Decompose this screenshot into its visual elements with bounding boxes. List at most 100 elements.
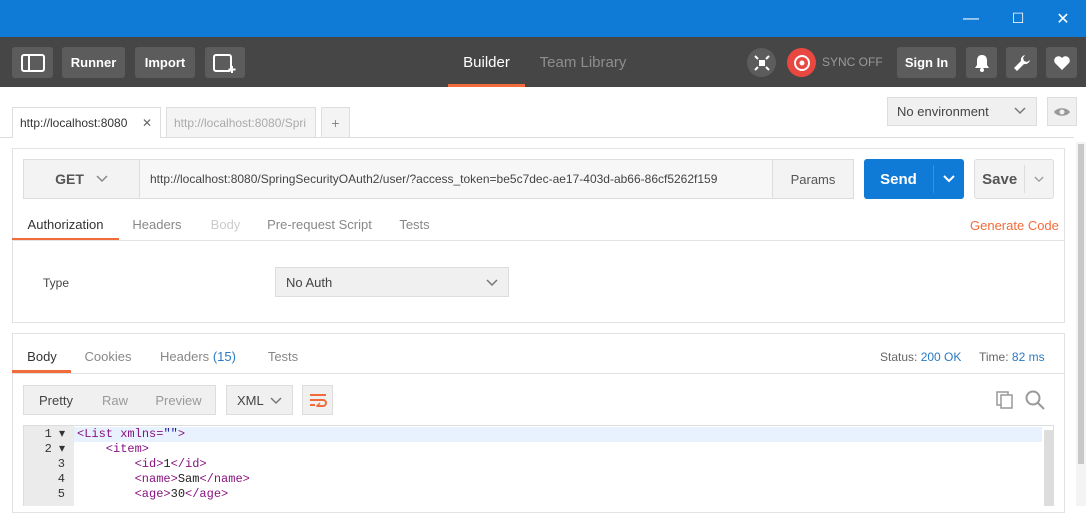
time-value: 82 ms <box>1011 350 1045 364</box>
eye-icon <box>1054 107 1070 116</box>
code-token: </name> <box>199 472 250 486</box>
response-tab-tests[interactable]: Tests <box>263 341 303 371</box>
environment-select[interactable]: No environment <box>887 97 1037 126</box>
params-button[interactable]: Params <box>772 159 854 199</box>
response-tab-headers-label: Headers <box>160 348 210 364</box>
tab-headers[interactable]: Headers <box>127 209 187 239</box>
import-button[interactable]: Import <box>135 47 195 78</box>
send-button-group: Send <box>864 159 964 199</box>
tab-team-library[interactable]: Team Library <box>532 37 634 87</box>
generate-code-link[interactable]: Generate Code <box>970 218 1059 233</box>
request-tab-label: http://localhost:8080/Spri <box>174 115 307 130</box>
view-raw-button[interactable]: Raw <box>88 393 142 408</box>
code-line: <name>Sam</name> <box>77 472 250 487</box>
close-window-button[interactable]: ✕ <box>1040 0 1086 37</box>
status-label: Status: <box>880 350 918 364</box>
window-titlebar: — ☐ ✕ <box>0 0 1086 37</box>
toggle-sidebar-button[interactable] <box>12 47 53 78</box>
wrap-lines-icon <box>309 394 327 407</box>
code-token: <item> <box>77 442 150 456</box>
sync-icon <box>793 54 810 71</box>
tabs-divider <box>0 137 1074 138</box>
tab-body[interactable]: Body <box>203 209 248 239</box>
minimize-icon: — <box>963 9 979 27</box>
tab-pre-request-script[interactable]: Pre-request Script <box>262 209 377 239</box>
wrap-lines-button[interactable] <box>302 385 333 415</box>
save-button-group: Save <box>974 159 1054 199</box>
page-scrollbar-track[interactable] <box>1076 142 1086 506</box>
status-value: 200 OK <box>920 350 962 364</box>
code-token: </id> <box>170 457 207 471</box>
time-info: Time: 82 ms <box>979 350 1045 364</box>
line-number: 4 <box>57 472 65 486</box>
code-token: xmlns= <box>120 427 164 441</box>
sign-in-button[interactable]: Sign In <box>897 47 956 78</box>
method-label: GET <box>55 171 84 187</box>
code-line: <item> <box>77 442 149 457</box>
runner-button[interactable]: Runner <box>62 47 125 78</box>
code-token: <name> <box>77 472 178 486</box>
copy-button[interactable] <box>996 391 1014 412</box>
sidebar-icon <box>20 53 45 72</box>
request-tab-inactive[interactable]: http://localhost:8080/Spri <box>166 107 316 137</box>
tab-builder[interactable]: Builder <box>448 37 525 87</box>
tab-tests[interactable]: Tests <box>392 209 437 239</box>
heart-icon <box>1053 55 1070 70</box>
page-scrollbar-thumb[interactable] <box>1078 144 1084 464</box>
code-token: 30 <box>170 487 186 501</box>
favorites-button[interactable] <box>1046 47 1077 78</box>
code-token: Sam <box>177 472 200 486</box>
format-select[interactable]: XML <box>226 385 293 415</box>
response-tab-cookies[interactable]: Cookies <box>82 341 134 371</box>
view-preview-button[interactable]: Preview <box>142 393 215 408</box>
method-select[interactable]: GET <box>23 159 140 199</box>
copy-icon <box>996 391 1013 409</box>
auth-type-value: No Auth <box>286 274 333 290</box>
environment-quicklook-button[interactable] <box>1047 97 1077 126</box>
search-button[interactable] <box>1025 390 1045 413</box>
add-tab-button[interactable]: + <box>321 107 350 137</box>
wrench-icon <box>1013 54 1030 71</box>
tab-team-library-label: Team Library <box>539 53 627 71</box>
response-code-editor[interactable]: 1 ▾ <List xmlns=""> 2 ▾ <item> 3 <id>1</id>… <box>23 425 1054 506</box>
interceptor-button[interactable] <box>747 48 776 77</box>
maximize-icon: ☐ <box>1011 10 1025 26</box>
view-pretty-button[interactable]: Pretty <box>24 393 88 408</box>
response-tab-headers[interactable]: Headers (15) <box>158 341 238 371</box>
maximize-button[interactable]: ☐ <box>995 0 1041 37</box>
code-scrollbar[interactable] <box>1044 430 1053 506</box>
code-token: <List <box>77 427 121 441</box>
code-line: <id>1</id> <box>77 457 207 472</box>
send-button[interactable]: Send <box>864 159 933 199</box>
send-options-button[interactable] <box>934 159 964 199</box>
request-tab-active[interactable]: http://localhost:8080 ✕ <box>12 107 161 138</box>
chevron-down-icon <box>1034 176 1044 182</box>
code-token: "" <box>163 427 178 441</box>
sync-button[interactable] <box>787 48 816 77</box>
tab-builder-label: Builder <box>463 53 510 71</box>
save-options-button[interactable] <box>1025 176 1053 183</box>
sync-status-text: SYNC OFF <box>822 55 883 69</box>
tab-authorization[interactable]: Authorization <box>18 209 113 239</box>
save-button[interactable]: Save <box>975 171 1024 188</box>
subtab-divider <box>12 240 1065 241</box>
settings-button[interactable] <box>1006 47 1037 78</box>
response-tab-body[interactable]: Body <box>22 341 62 371</box>
auth-type-select[interactable]: No Auth <box>275 267 509 297</box>
close-tab-icon[interactable]: ✕ <box>142 116 152 130</box>
code-line: <List xmlns=""> <box>77 427 185 442</box>
code-line: <age>30</age> <box>77 487 229 502</box>
environment-label: No environment <box>897 104 989 119</box>
new-window-button[interactable] <box>205 47 245 78</box>
satellite-icon <box>753 54 770 71</box>
code-token: <age> <box>77 487 171 501</box>
minimize-button[interactable]: — <box>948 0 994 37</box>
auth-type-label: Type <box>43 276 70 290</box>
time-label: Time: <box>979 350 1009 364</box>
view-mode-group: Pretty Raw Preview <box>23 385 216 415</box>
status-info: Status: 200 OK <box>880 350 961 364</box>
chevron-down-icon <box>486 279 498 287</box>
line-number: 3 <box>57 457 65 471</box>
notifications-button[interactable] <box>966 47 997 78</box>
url-input[interactable]: http://localhost:8080/SpringSecurityOAut… <box>139 159 773 199</box>
